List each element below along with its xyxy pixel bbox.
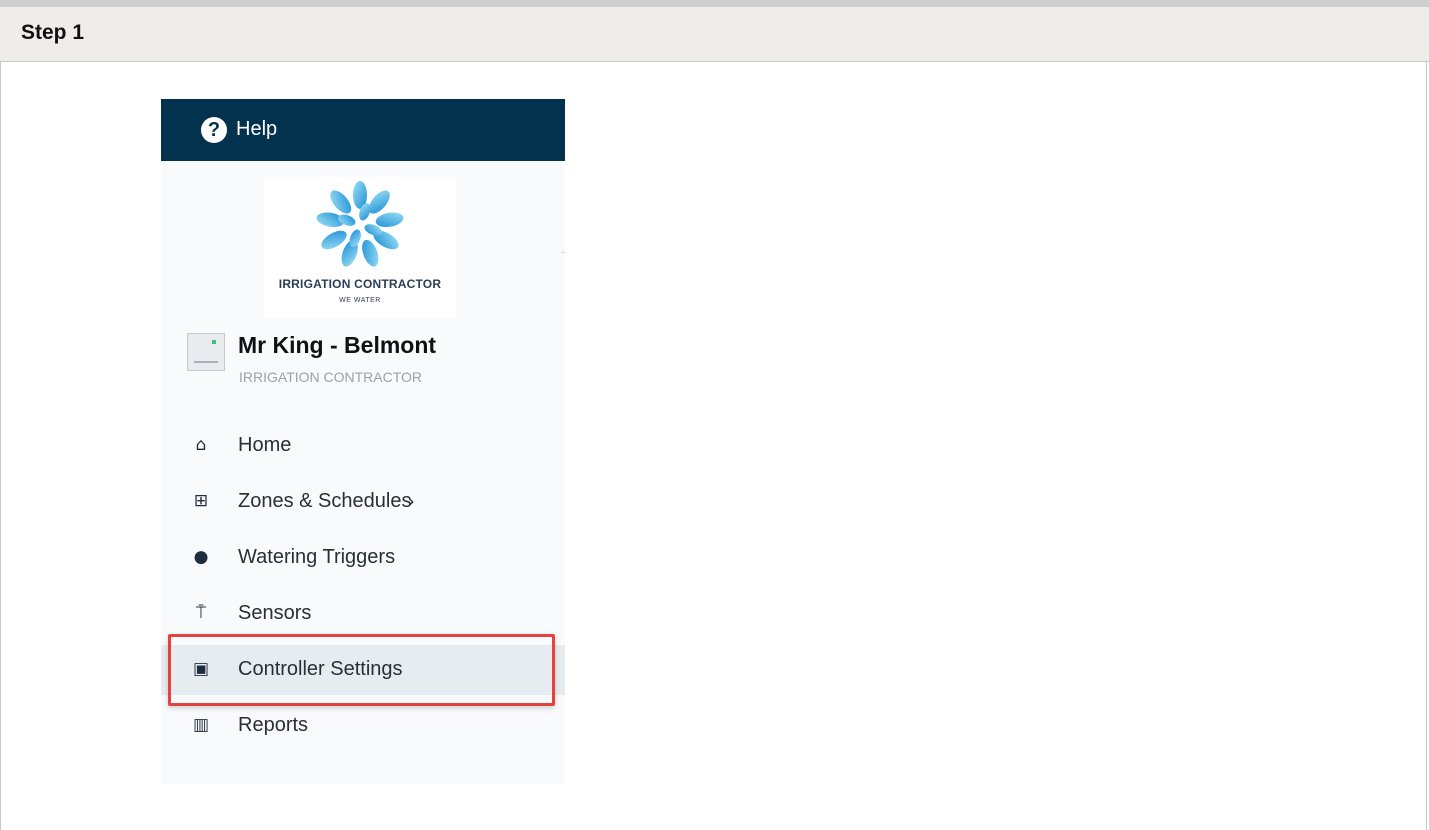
frame-border-left xyxy=(0,62,1,830)
nav-item-home[interactable]: ⌂ Home xyxy=(161,421,565,471)
nav-label-sensors: Sensors xyxy=(238,602,312,624)
grid-icon: ⊞ xyxy=(193,491,209,511)
nav-item-controller-settings[interactable]: ▣ Controller Settings xyxy=(161,645,565,695)
divider xyxy=(561,252,565,253)
trigger-icon: ● xyxy=(193,547,209,567)
controller-settings-icon: ▣ xyxy=(192,659,210,679)
help-bar[interactable]: ? Help xyxy=(161,99,565,161)
nav-label-home: Home xyxy=(238,434,292,456)
nav-item-sensors[interactable]: ⍑ Sensors xyxy=(161,589,565,639)
logo-company-name: IRRIGATION CONTRACTOR xyxy=(278,277,442,291)
top-strip xyxy=(0,0,1429,7)
frame-border-right xyxy=(1426,62,1427,830)
antenna-icon: ⍑ xyxy=(195,603,207,623)
app-sidebar-screenshot: ? Help IRRIGATION CONTRACTOR WE WATER Mr… xyxy=(161,99,565,784)
nav-label-controller-settings: Controller Settings xyxy=(238,658,403,680)
help-label: Help xyxy=(236,118,278,140)
logo-tagline: WE WATER xyxy=(339,297,381,304)
step-title: Step 1 xyxy=(21,21,85,44)
nav-item-zones-schedules[interactable]: ⊞ Zones & Schedules › xyxy=(161,477,565,527)
controller-name[interactable]: Mr King - Belmont xyxy=(238,332,436,359)
nav-label-zones-schedules: Zones & Schedules xyxy=(238,490,412,512)
step-header: Step 1 xyxy=(0,7,1429,62)
question-circle-icon: ? xyxy=(201,117,227,143)
nav-item-reports[interactable]: ▥ Reports xyxy=(161,701,565,751)
chart-icon: ▥ xyxy=(192,715,210,735)
nav-item-watering-triggers[interactable]: ● Watering Triggers xyxy=(161,533,565,583)
nav-label-reports: Reports xyxy=(238,714,309,736)
nav-label-watering-triggers: Watering Triggers xyxy=(238,546,396,568)
water-splash-icon xyxy=(316,181,404,267)
controller-device-icon xyxy=(187,333,225,371)
company-logo: IRRIGATION CONTRACTOR WE WATER xyxy=(264,177,456,317)
chevron-right-icon: › xyxy=(407,489,415,513)
home-icon: ⌂ xyxy=(195,435,207,455)
controller-company: IRRIGATION CONTRACTOR xyxy=(239,369,423,385)
